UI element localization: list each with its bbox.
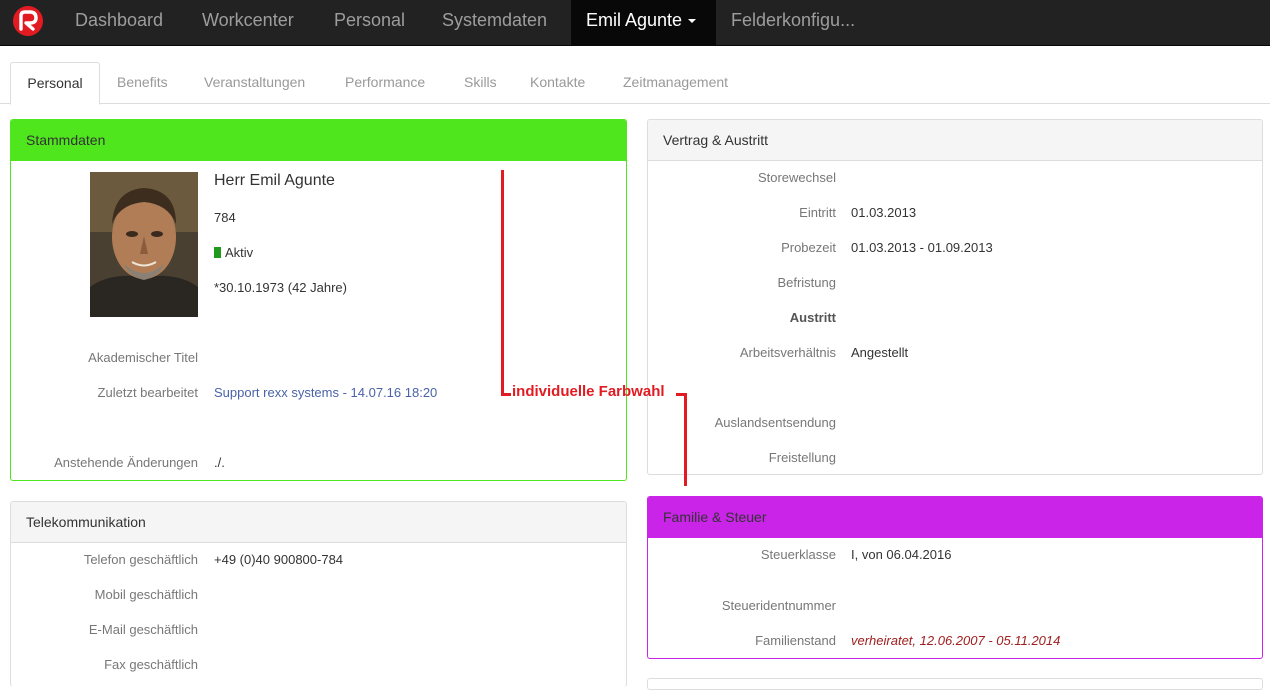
email-label: E-Mail geschäftlich [88, 622, 198, 637]
telekommunikation-panel: Telekommunikation Telefon geschäftlich +… [10, 501, 627, 687]
telefon-label: Telefon geschäftlich [83, 552, 198, 567]
telefon-value: +49 (0)40 900800-784 [214, 552, 344, 567]
nav-user-menu[interactable]: Emil Agunte [571, 0, 716, 45]
top-navbar: Dashboard Workcenter Personal Systemdate… [0, 0, 1270, 46]
annotation-label: individuelle Farbwahl [512, 383, 665, 400]
arbeitsverhaeltnis-value: Angestellt [851, 345, 909, 360]
tab-kontakte[interactable]: Kontakte [530, 62, 585, 102]
tab-performance[interactable]: Performance [345, 62, 425, 102]
employee-photo [90, 172, 198, 317]
eintritt-label: Eintritt [799, 205, 836, 220]
status-text: Aktiv [225, 245, 254, 260]
nav-felderkonfiguration[interactable]: Felderkonfigu... [731, 0, 855, 45]
annotation-bracket-left-foot [501, 393, 511, 396]
familie-steuer-panel: Familie & Steuer Steuerklasse I, von 06.… [647, 496, 1263, 659]
nav-systemdaten[interactable]: Systemdaten [442, 0, 547, 45]
steuerklasse-value: I, von 06.04.2016 [851, 547, 952, 562]
next-panel-edge [647, 678, 1263, 690]
anstehende-aenderungen-label: Anstehende Änderungen [54, 455, 198, 470]
telekommunikation-title: Telekommunikation [11, 502, 626, 543]
befristung-label: Befristung [777, 275, 836, 290]
tab-benefits[interactable]: Benefits [117, 62, 168, 102]
tab-skills[interactable]: Skills [464, 62, 497, 102]
profile-tabs: Personal Benefits Veranstaltungen Perfor… [0, 62, 1270, 105]
birth-date: *30.10.1973 (42 Jahre) [214, 280, 347, 295]
stammdaten-title: Stammdaten [11, 120, 626, 161]
status-active-icon [214, 247, 221, 258]
familienstand-value: verheiratet, 12.06.2007 - 05.11.2014 [851, 633, 1061, 648]
eintritt-value: 01.03.2013 [851, 205, 917, 220]
tab-zeitmanagement[interactable]: Zeitmanagement [623, 62, 728, 102]
arbeitsverhaeltnis-label: Arbeitsverhältnis [739, 345, 836, 360]
caret-down-icon [688, 19, 697, 24]
auslandsentsendung-label: Auslandsentsendung [714, 415, 836, 430]
annotation-bracket-right [684, 393, 687, 486]
employee-id: 784 [214, 210, 236, 225]
tab-personal[interactable]: Personal [10, 62, 100, 105]
anstehende-aenderungen-value: ./. [214, 455, 225, 470]
mobil-label: Mobil geschäftlich [94, 587, 198, 602]
tab-veranstaltungen[interactable]: Veranstaltungen [204, 62, 305, 102]
nav-personal[interactable]: Personal [334, 0, 405, 45]
status-badge: Aktiv [214, 245, 253, 260]
vertrag-austritt-title: Vertrag & Austritt [648, 120, 1262, 161]
rexx-logo-icon[interactable] [12, 5, 44, 37]
steueridentnummer-label: Steueridentnummer [721, 598, 836, 613]
annotation-bracket-left [501, 170, 504, 396]
nav-workcenter[interactable]: Workcenter [202, 0, 294, 45]
austritt-label: Austritt [789, 310, 836, 325]
vertrag-austritt-panel: Vertrag & Austritt Storewechsel Eintritt… [647, 119, 1263, 475]
zuletzt-bearbeitet-link[interactable]: Support rexx systems - 14.07.16 18:20 [214, 385, 437, 400]
familie-steuer-title: Familie & Steuer [648, 497, 1262, 538]
stammdaten-panel: Stammdaten Herr Emil Agunte 784 Aktiv *3… [10, 119, 627, 481]
freistellung-label: Freistellung [768, 450, 836, 465]
steuerklasse-label: Steuerklasse [760, 547, 836, 562]
familienstand-label: Familienstand [755, 633, 836, 648]
nav-dashboard[interactable]: Dashboard [75, 0, 163, 45]
storewechsel-label: Storewechsel [757, 170, 836, 185]
akademischer-titel-label: Akademischer Titel [88, 350, 198, 365]
probezeit-value: 01.03.2013 - 01.09.2013 [851, 240, 993, 255]
user-menu-label: Emil Agunte [586, 10, 683, 30]
employee-name: Herr Emil Agunte [214, 172, 335, 189]
zuletzt-bearbeitet-label: Zuletzt bearbeitet [97, 385, 198, 400]
probezeit-label: Probezeit [781, 240, 836, 255]
fax-label: Fax geschäftlich [104, 657, 198, 672]
